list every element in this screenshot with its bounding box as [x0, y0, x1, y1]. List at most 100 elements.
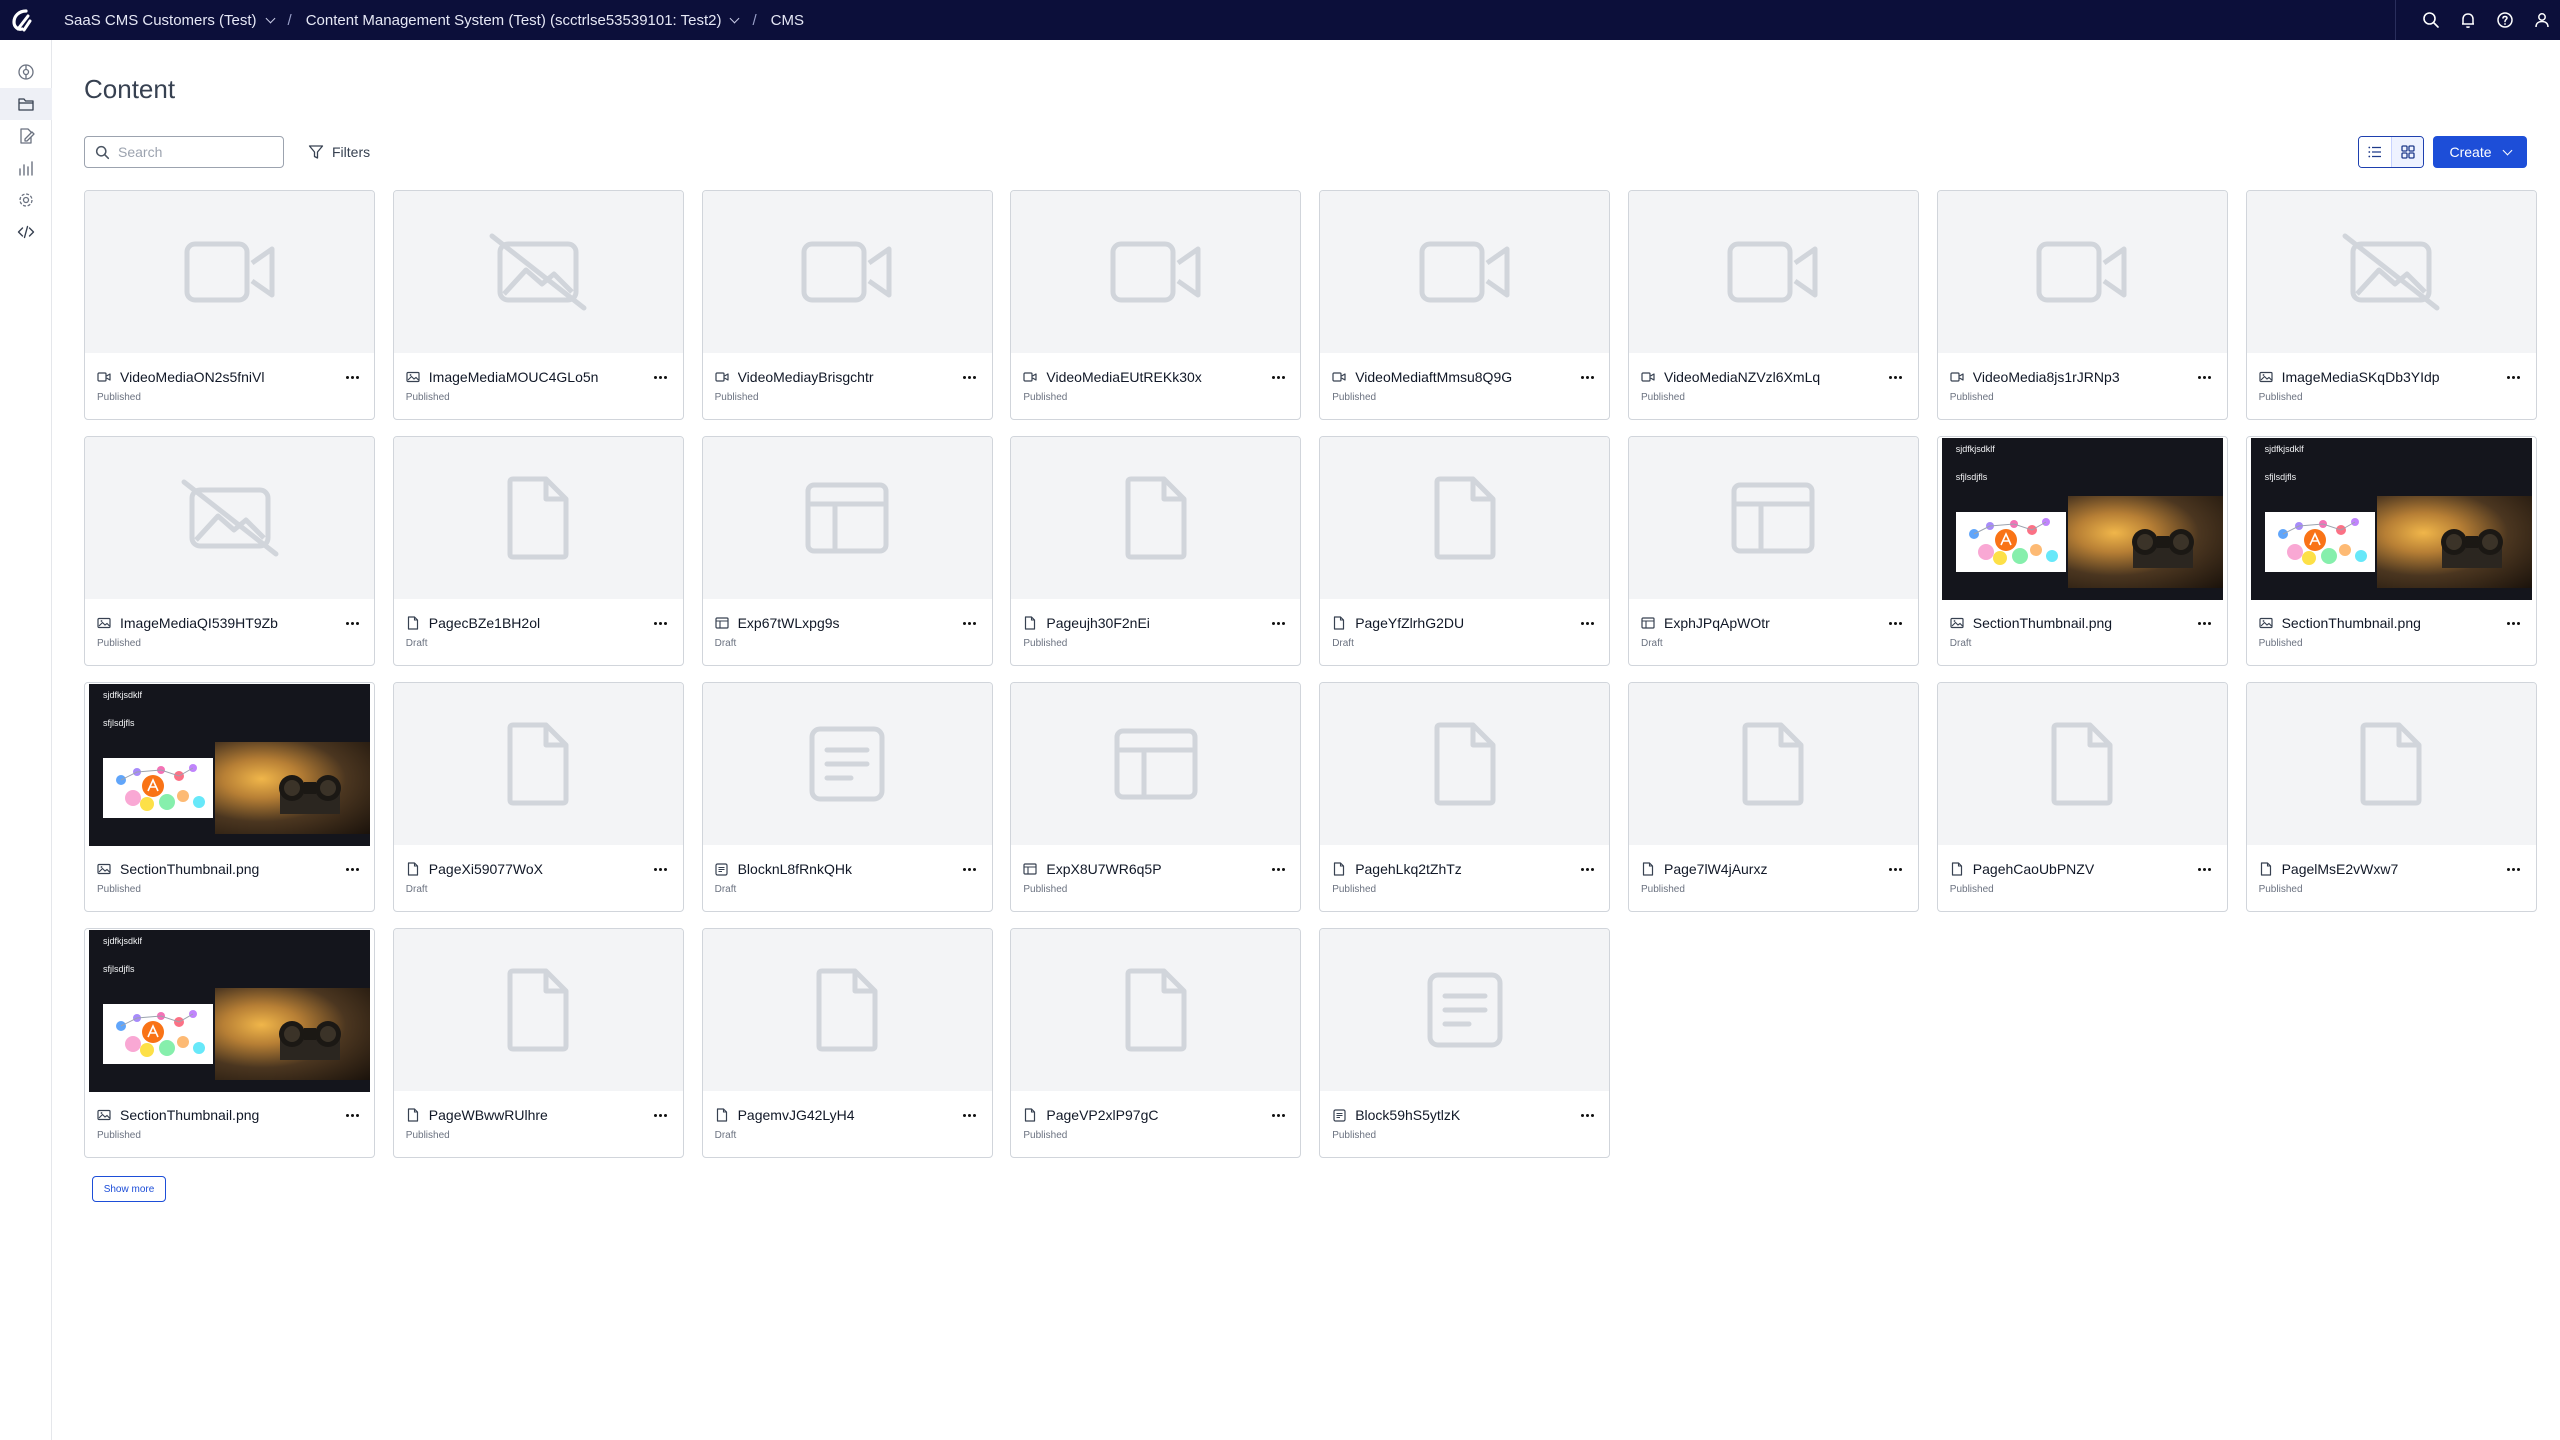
more-options-icon[interactable] — [651, 367, 671, 387]
content-card[interactable]: ImageMediaSKqDb3YIdp Published — [2245, 190, 2537, 420]
more-options-icon[interactable] — [960, 613, 980, 633]
content-card[interactable]: ExpX8U7WR6q5P Published — [1010, 682, 1302, 912]
card-title: Block59hS5ytlzK — [1355, 1107, 1461, 1123]
more-options-icon[interactable] — [2195, 613, 2215, 633]
more-options-icon[interactable] — [1886, 859, 1906, 879]
content-card[interactable]: VideoMediaON2s5fniVl Published — [84, 190, 375, 420]
content-card[interactable]: VideoMediaftMmsu8Q9G Published — [1319, 190, 1611, 420]
content-card[interactable]: PageXi59077WoX Draft — [392, 682, 684, 912]
optimizely-logo-icon[interactable] — [0, 0, 44, 40]
card-info: VideoMediaEUtREKk30x Published — [1011, 353, 1300, 419]
more-options-icon[interactable] — [651, 859, 671, 879]
content-card[interactable]: VideoMediaEUtREKk30x Published — [1010, 190, 1302, 420]
content-card[interactable]: Block59hS5ytlzK Published — [1319, 928, 1611, 1158]
content-card[interactable]: PagehLkq2tZhTz Published — [1319, 682, 1611, 912]
diagram-graphic — [103, 758, 213, 818]
binoculars-photo — [215, 988, 370, 1080]
content-card[interactable]: PageYfZlrhG2DU Draft — [1319, 436, 1611, 666]
more-options-icon[interactable] — [1268, 613, 1288, 633]
rail-item-content[interactable] — [0, 88, 52, 120]
more-options-icon[interactable] — [960, 1105, 980, 1125]
more-options-icon[interactable] — [1268, 367, 1288, 387]
more-options-icon[interactable] — [1577, 859, 1597, 879]
grid-view-icon — [2400, 145, 2415, 159]
show-more-button[interactable]: Show more — [92, 1176, 166, 1202]
block-icon — [1332, 1108, 1346, 1122]
more-options-icon[interactable] — [1886, 613, 1906, 633]
breadcrumb-instance[interactable]: Content Management System (Test) (scctrl… — [306, 12, 740, 29]
page-icon — [1332, 862, 1346, 876]
content-card[interactable]: ImageMediaMOUC4GLo5n Published — [392, 190, 684, 420]
more-options-icon[interactable] — [2195, 367, 2215, 387]
content-card[interactable]: VideoMediayBrisgchtr Published — [701, 190, 993, 420]
more-options-icon[interactable] — [960, 367, 980, 387]
content-card[interactable]: PagelMsE2vWxw7 Published — [2245, 682, 2537, 912]
content-card[interactable]: PagecBZe1BH2ol Draft — [392, 436, 684, 666]
rail-item-overview[interactable] — [0, 56, 52, 88]
content-card[interactable]: PageWBwwRUlhre Published — [392, 928, 684, 1158]
more-options-icon[interactable] — [342, 613, 362, 633]
rail-item-settings[interactable] — [0, 184, 52, 216]
card-info: ImageMediaSKqDb3YIdp Published — [2247, 353, 2536, 419]
image-icon — [97, 1109, 111, 1121]
rail-item-developer[interactable] — [0, 216, 52, 248]
rail-item-analytics[interactable] — [0, 152, 52, 184]
search-box[interactable] — [84, 136, 284, 168]
status-label: Published — [1332, 884, 1377, 895]
search-icon[interactable] — [2412, 0, 2449, 40]
more-options-icon[interactable] — [1577, 1105, 1597, 1125]
page-placeholder-icon — [1433, 722, 1497, 806]
video-icon — [1641, 371, 1655, 383]
create-button[interactable]: Create — [2433, 136, 2527, 168]
rail-item-edit[interactable] — [0, 120, 52, 152]
help-icon[interactable] — [2486, 0, 2523, 40]
card-thumbnail — [393, 683, 683, 845]
more-options-icon[interactable] — [960, 859, 980, 879]
content-card[interactable]: Exp67tWLxpg9s Draft — [701, 436, 993, 666]
content-card[interactable]: PagemvJG42LyH4 Draft — [701, 928, 993, 1158]
content-card[interactable]: VideoMedia8js1rJRNp3 Published — [1936, 190, 2228, 420]
breadcrumb-organization[interactable]: SaaS CMS Customers (Test) — [64, 12, 275, 29]
list-view-button[interactable] — [2359, 137, 2391, 167]
content-card[interactable]: sjdfkjsdklf sfjlsdjfls SectionThumbnail.pn… — [84, 928, 375, 1158]
more-options-icon[interactable] — [1268, 859, 1288, 879]
status-label: Published — [97, 884, 141, 895]
more-options-icon[interactable] — [2504, 613, 2524, 633]
page-icon — [1950, 862, 1964, 876]
user-icon[interactable] — [2523, 0, 2560, 40]
card-title: Exp67tWLxpg9s — [737, 615, 840, 631]
content-card[interactable]: PagehCaoUbPNZV Published — [1936, 682, 2228, 912]
status-label: Published — [1332, 392, 1377, 403]
grid-view-button[interactable] — [2391, 137, 2423, 167]
content-card[interactable]: PageVP2xlP97gC Published — [1010, 928, 1302, 1158]
content-card[interactable]: Pageujh30F2nEi Published — [1010, 436, 1302, 666]
more-options-icon[interactable] — [2195, 859, 2215, 879]
content-card[interactable]: sjdfkjsdklf sfjlsdjfls SectionThumbnail.pn… — [2245, 436, 2537, 666]
content-card[interactable]: BlocknL8fRnkQHk Draft — [701, 682, 993, 912]
content-card[interactable]: sjdfkjsdklf sfjlsdjfls SectionThumbnail.pn… — [1936, 436, 2228, 666]
content-card[interactable]: sjdfkjsdklf sfjlsdjfls SectionThumbnail.pn… — [84, 682, 375, 912]
more-options-icon[interactable] — [651, 1105, 671, 1125]
card-thumbnail — [1320, 683, 1610, 845]
bell-icon[interactable] — [2449, 0, 2486, 40]
more-options-icon[interactable] — [1577, 613, 1597, 633]
content-card[interactable]: ImageMediaQI539HT9Zb Published — [84, 436, 375, 666]
filters-button[interactable]: Filters — [308, 136, 370, 168]
more-options-icon[interactable] — [2504, 367, 2524, 387]
more-options-icon[interactable] — [342, 367, 362, 387]
more-options-icon[interactable] — [1577, 367, 1597, 387]
more-options-icon[interactable] — [342, 1105, 362, 1125]
more-options-icon[interactable] — [2504, 859, 2524, 879]
content-grid: VideoMediaON2s5fniVl Published ImageMediaM… — [84, 190, 2537, 1158]
more-options-icon[interactable] — [1268, 1105, 1288, 1125]
more-options-icon[interactable] — [1886, 367, 1906, 387]
experience-placeholder-icon — [1114, 728, 1198, 800]
more-options-icon[interactable] — [342, 859, 362, 879]
content-card[interactable]: ExphJPqApWOtr Draft — [1627, 436, 1919, 666]
card-title: PageYfZlrhG2DU — [1355, 615, 1465, 631]
content-card[interactable]: Page7lW4jAurxz Published — [1627, 682, 1919, 912]
breadcrumb-product[interactable]: CMS — [771, 12, 804, 29]
search-input[interactable] — [118, 144, 268, 160]
more-options-icon[interactable] — [651, 613, 671, 633]
content-card[interactable]: VideoMediaNZVzl6XmLq Published — [1627, 190, 1919, 420]
